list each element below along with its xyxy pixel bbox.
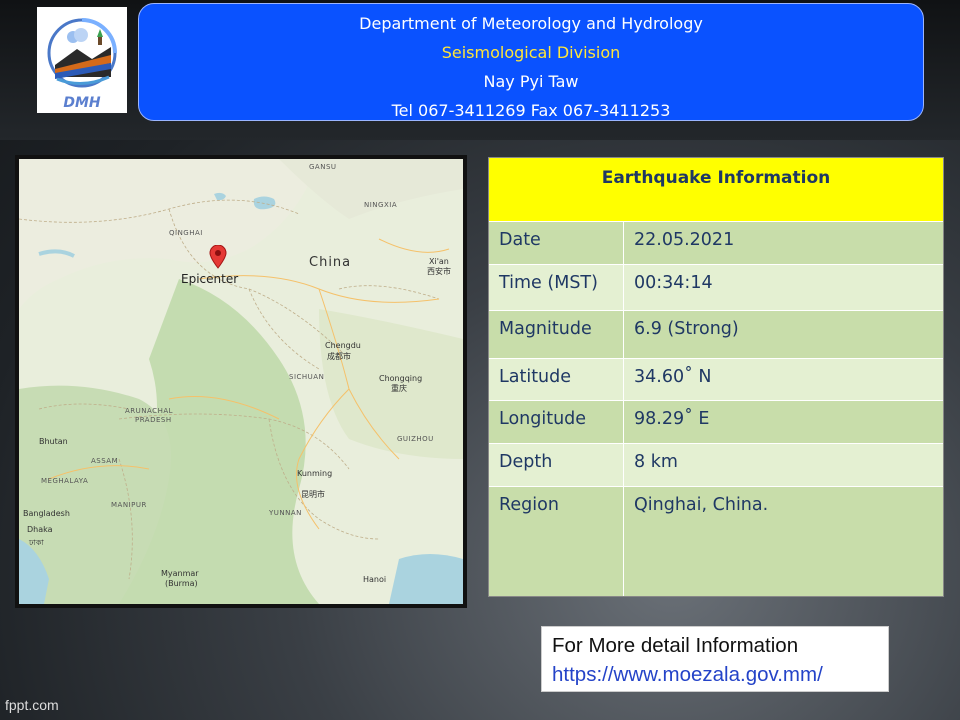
map-place-label: MEGHALAYA (41, 477, 89, 485)
map-place-label: Chongqing (379, 374, 423, 383)
map-place-label: GUIZHOU (397, 435, 434, 443)
table-row: Latitude 34.60˚ N (489, 358, 943, 400)
row-label: Time (MST) (489, 265, 624, 310)
map-place-label: MANIPUR (111, 501, 147, 509)
epicenter-map: GANSU QINGHAI NINGXIA Xi'an 西安市 Chengdu … (15, 155, 467, 608)
map-place-label: (Burma) (165, 579, 198, 588)
table-row: Date 22.05.2021 (489, 221, 943, 264)
header-banner: Department of Meteorology and Hydrology … (138, 3, 924, 121)
map-place-label: Dhaka (27, 525, 53, 534)
earthquake-info-table: Earthquake Information Date 22.05.2021 T… (488, 157, 944, 597)
more-info-box: For More detail Information https://www.… (541, 626, 889, 692)
map-place-label: YUNNAN (269, 509, 302, 517)
map-place-label: 西安市 (427, 267, 451, 276)
map-place-label: 重庆 (391, 384, 407, 393)
header-department: Department of Meteorology and Hydrology (359, 14, 703, 33)
map-place-label: 成都市 (327, 352, 351, 361)
header-division: Seismological Division (441, 43, 621, 62)
map-place-label: QINGHAI (169, 229, 203, 237)
map-place-label: PRADESH (135, 416, 172, 424)
footer-brand: fppt.com (5, 697, 59, 713)
dmh-logo-icon (47, 18, 117, 88)
row-label: Latitude (489, 359, 624, 400)
more-info-link[interactable]: https://www.moezala.gov.mm/ (552, 660, 888, 689)
map-place-label: GANSU (309, 163, 337, 171)
map-place-label: Bhutan (39, 437, 68, 446)
logo-text: DMH (63, 95, 101, 111)
table-row: Magnitude 6.9 (Strong) (489, 310, 943, 358)
row-label: Date (489, 222, 624, 264)
map-place-label: Bangladesh (23, 509, 70, 518)
more-info-text: For More detail Information (552, 634, 799, 657)
map-place-label: ASSAM (91, 457, 119, 465)
epicenter-pin-icon (209, 245, 227, 269)
map-place-label: 昆明市 (301, 490, 325, 499)
epicenter-label: Epicenter (181, 272, 239, 286)
map-place-label: Xi'an (429, 257, 449, 266)
table-row: Time (MST) 00:34:14 (489, 264, 943, 310)
map-place-label: Myanmar (161, 569, 199, 578)
map-place-label: Hanoi (363, 575, 387, 584)
map-place-label: Kunming (297, 469, 333, 478)
row-value: 00:34:14 (634, 273, 713, 293)
map-place-label: NINGXIA (364, 201, 398, 209)
row-label: Region (489, 487, 624, 596)
map-place-label: SICHUAN (289, 373, 325, 381)
map-place-label: ARUNACHAL (125, 407, 174, 415)
map-canvas: GANSU QINGHAI NINGXIA Xi'an 西安市 Chengdu … (19, 159, 463, 604)
map-place-label: ঢাকা (29, 538, 44, 547)
row-label: Depth (489, 444, 624, 486)
header-contact: Tel 067-3411269 Fax 067-3411253 (391, 101, 671, 120)
table-row: Longitude 98.29˚ E (489, 400, 943, 443)
table-row: Depth 8 km (489, 443, 943, 486)
dmh-logo: DMH (37, 7, 127, 113)
row-label: Longitude (489, 401, 624, 443)
row-label: Magnitude (489, 311, 624, 358)
row-value: Qinghai, China. (634, 495, 769, 515)
row-value: 8 km (634, 452, 678, 472)
header-city: Nay Pyi Taw (483, 72, 579, 91)
map-country-label: China (309, 255, 352, 270)
row-value: 6.9 (Strong) (634, 319, 739, 339)
row-value: 34.60˚ N (634, 367, 712, 387)
map-place-label: Chengdu (325, 341, 361, 350)
row-value: 98.29˚ E (634, 409, 710, 429)
info-title: Earthquake Information (489, 158, 943, 221)
row-value: 22.05.2021 (634, 230, 735, 250)
table-row: Region Qinghai, China. (489, 486, 943, 596)
